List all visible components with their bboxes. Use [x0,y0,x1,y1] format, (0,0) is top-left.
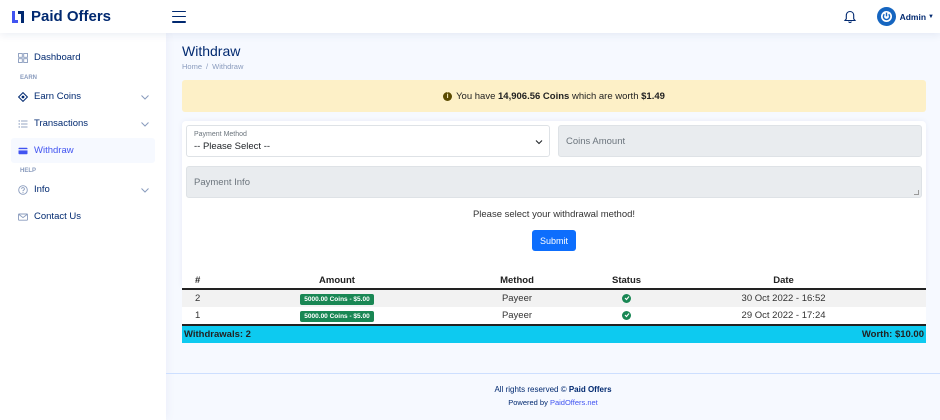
sidebar-item-label: Dashboard [34,52,81,63]
breadcrumb-current: Withdraw [212,62,244,71]
sidebar-item-info[interactable]: Info [11,177,155,202]
amount-badge: 5000.00 Coins - $5.00 [300,293,374,305]
page-footer: All rights reserved © Paid Offers Powere… [166,373,940,420]
check-circle-icon [622,310,632,320]
submit-button[interactable]: Submit [532,230,576,251]
col-header-method: Method [422,272,612,290]
page-title-block: Withdraw Home / Withdraw [182,43,243,71]
copyright-prefix: All rights reserved © [494,385,567,394]
payment-method-label: Payment Method [194,131,247,138]
copyright: All rights reserved © Paid Offers [166,385,940,394]
chevron-down-icon [141,94,149,100]
payment-info-textarea[interactable]: Payment Info [186,166,922,198]
resize-handle[interactable] [914,190,919,195]
withdrawals-table: # Amount Method Status Date 2 5000.00 Co… [182,272,926,343]
cell-status [612,289,642,307]
sidebar-item-label: Withdraw [34,145,74,156]
cell-method: Payeer [422,307,612,325]
table-row: 1 5000.00 Coins - $5.00 Payeer 29 Oct 20… [182,307,926,325]
sidebar-item-label: Transactions [34,118,89,129]
payment-method-select[interactable]: Payment Method -- Please Select -- [186,125,550,157]
payment-info-placeholder: Payment Info [194,176,250,188]
logo[interactable]: Paid Offers [11,8,171,25]
sidebar-item-contact[interactable]: Contact Us [11,204,155,229]
nav-heading-earn: EARN [20,75,38,81]
withdrawals-worth: Worth: $10.00 [641,324,926,343]
helper-text: Please select your withdrawal method! [472,209,636,220]
check-circle-icon [622,293,632,303]
col-header-status: Status [612,272,642,290]
card-icon [18,147,28,154]
col-header-date: Date [641,272,926,290]
chevron-down-icon [535,140,543,145]
col-header-amount: Amount [252,272,422,290]
brand-name: Paid Offers [31,8,112,25]
sidebar-item-transactions[interactable]: Transactions [11,111,155,136]
withdrawals-count: Withdrawals: 2 [182,324,422,343]
bell-icon[interactable] [843,10,857,24]
cell-number: 2 [182,289,252,307]
sidebar-item-dashboard[interactable]: Dashboard [11,45,155,70]
payment-method-value: -- Please Select -- [194,141,271,152]
cell-date: 29 Oct 2022 - 17:24 [641,307,926,325]
table-row: 2 5000.00 Coins - $5.00 Payeer 30 Oct 20… [182,289,926,307]
credits: Powered by PaidOffers.net [166,398,940,407]
amount-badge: 5000.00 Coins - $5.00 [300,310,374,322]
breadcrumb: Home / Withdraw [182,62,243,71]
breadcrumb-home[interactable]: Home [182,62,202,71]
alert-middle: which are worth [571,90,639,102]
cell-number: 1 [182,307,252,325]
chevron-down-icon [141,121,149,127]
balance-alert: i You have 14,906.56 Coins which are wor… [182,80,926,112]
envelope-icon [18,213,28,221]
copyright-brand: Paid Offers [568,385,612,394]
caret-down-icon: ▼ [928,13,934,20]
coins-amount-placeholder: Coins Amount [566,135,626,147]
powered-link[interactable]: PaidOffers.net [550,398,598,407]
cell-method: Payeer [422,289,612,307]
powered-prefix: Powered by [508,398,548,407]
sidebar-item-label: Info [34,184,50,195]
withdraw-form-card: Payment Method -- Please Select -- Coins… [182,121,926,288]
cell-amount: 5000.00 Coins - $5.00 [252,307,422,325]
main-content: Withdraw Home / Withdraw i You have 14,906… [166,33,940,420]
col-header-number: # [182,272,252,290]
coins-amount-input[interactable]: Coins Amount [558,125,922,157]
chevron-down-icon [141,187,149,193]
profile-dropdown[interactable]: Admin ▼ [876,7,934,26]
sidebar: Dashboard EARN Earn Coins Transactions W… [0,33,166,420]
list-icon [18,119,28,128]
alert-worth: $1.49 [641,90,665,102]
cell-amount: 5000.00 Coins - $5.00 [252,289,422,307]
alert-prefix: You have [456,90,496,102]
profile-name: Admin [899,11,927,22]
page-title: Withdraw [182,43,241,59]
top-header: Paid Offers Admin ▼ [0,0,940,33]
breadcrumb-separator: / [206,62,209,71]
table-footer-row: Withdrawals: 2 Worth: $10.00 [182,324,926,343]
sidebar-item-earn-coins[interactable]: Earn Coins [11,84,155,109]
sidebar-item-label: Contact Us [34,211,81,222]
gem-icon [18,91,28,102]
power-icon [880,11,892,22]
sidebar-item-label: Earn Coins [34,91,81,102]
alert-coins: 14,906.56 Coins [498,90,570,102]
sidebar-item-withdraw[interactable]: Withdraw [11,138,155,163]
nav-heading-help: HELP [20,168,37,174]
menu-icon[interactable] [172,10,186,23]
cell-status [612,307,642,325]
grid-icon [18,52,28,63]
info-icon: i [443,91,453,101]
cell-date: 30 Oct 2022 - 16:52 [641,289,926,307]
table-header-row: # Amount Method Status Date [182,272,926,290]
question-icon [18,184,28,195]
logo-icon [12,10,24,23]
avatar [876,7,896,26]
